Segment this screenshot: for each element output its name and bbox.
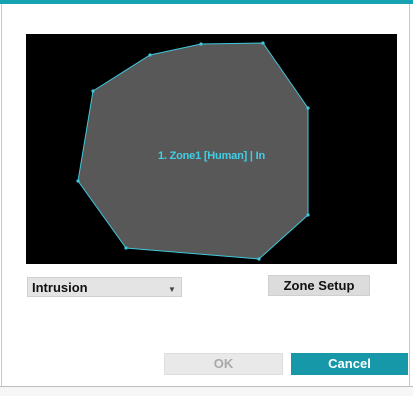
- ok-button[interactable]: OK: [164, 353, 283, 375]
- zone-overlay[interactable]: [26, 34, 397, 264]
- background-window-strip: [0, 386, 413, 396]
- camera-preview[interactable]: 1. Zone1 [Human] | In: [26, 34, 397, 264]
- zone-setup-button[interactable]: Zone Setup: [268, 275, 370, 296]
- event-type-dropdown[interactable]: Intrusion ▼: [27, 277, 182, 297]
- zone-label: 1. Zone1 [Human] | In: [157, 150, 266, 162]
- chevron-down-icon: ▼: [168, 285, 176, 294]
- event-type-value: Intrusion: [32, 280, 88, 295]
- cancel-button[interactable]: Cancel: [291, 353, 408, 375]
